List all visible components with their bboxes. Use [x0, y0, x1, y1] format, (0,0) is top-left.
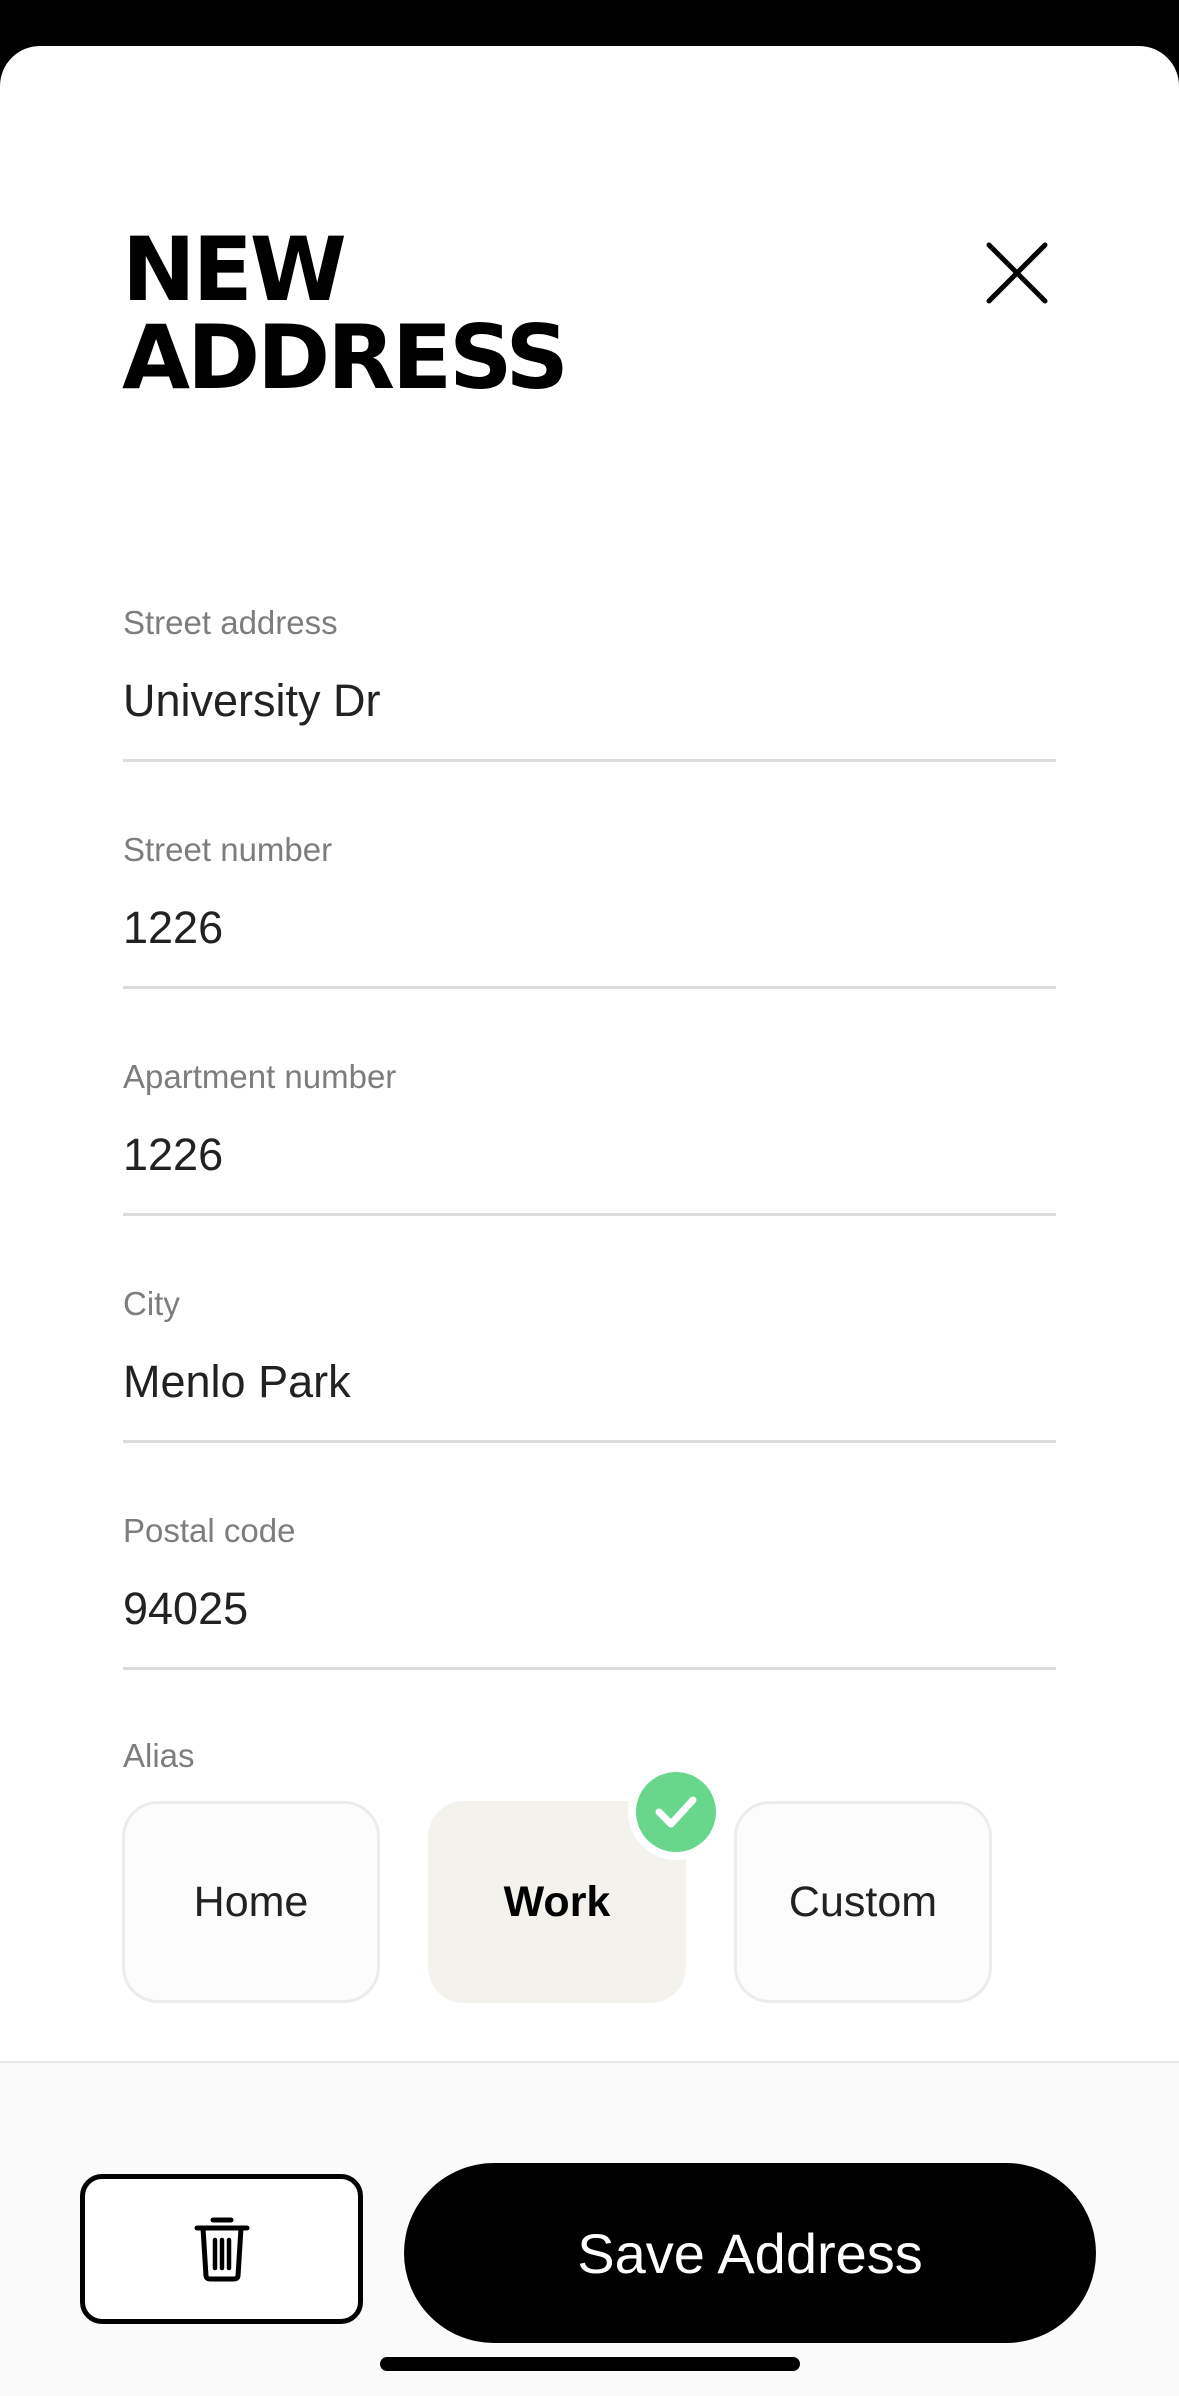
alias-option-home[interactable]: Home	[122, 1801, 380, 2003]
save-address-button[interactable]: Save Address	[404, 2163, 1096, 2343]
street-number-input[interactable]	[123, 890, 1056, 966]
street-address-field: Street address	[123, 603, 1056, 762]
city-input[interactable]	[123, 1344, 1056, 1420]
alias-label: Alias	[123, 1737, 195, 1774]
close-button[interactable]	[970, 226, 1064, 320]
page-title-line-1: NEW	[122, 218, 347, 321]
new-address-sheet: NEW ADDRESS Street address Street number…	[0, 46, 1179, 2396]
city-label: City	[123, 1285, 180, 1322]
trash-icon	[194, 2217, 249, 2282]
home-indicator	[380, 2357, 800, 2371]
close-icon	[986, 242, 1048, 304]
checkmark-icon	[655, 1796, 697, 1828]
postal-code-input[interactable]	[123, 1571, 1056, 1647]
delete-button[interactable]	[80, 2174, 363, 2324]
apartment-number-field: Apartment number	[123, 1057, 1056, 1216]
street-number-field: Street number	[123, 830, 1056, 989]
apartment-number-label: Apartment number	[123, 1058, 397, 1095]
street-number-label: Street number	[123, 831, 333, 868]
apartment-number-input[interactable]	[123, 1117, 1056, 1193]
action-footer: Save Address	[0, 2061, 1179, 2396]
postal-code-label: Postal code	[123, 1512, 296, 1549]
page-title: NEW ADDRESS	[122, 218, 569, 409]
page-title-line-2: ADDRESS	[122, 306, 569, 409]
street-address-label: Street address	[123, 604, 338, 641]
city-field: City	[123, 1284, 1056, 1443]
postal-code-field: Postal code	[123, 1511, 1056, 1670]
street-address-input[interactable]	[123, 663, 1056, 739]
selected-check-badge	[628, 1764, 724, 1860]
alias-option-custom[interactable]: Custom	[734, 1801, 992, 2003]
